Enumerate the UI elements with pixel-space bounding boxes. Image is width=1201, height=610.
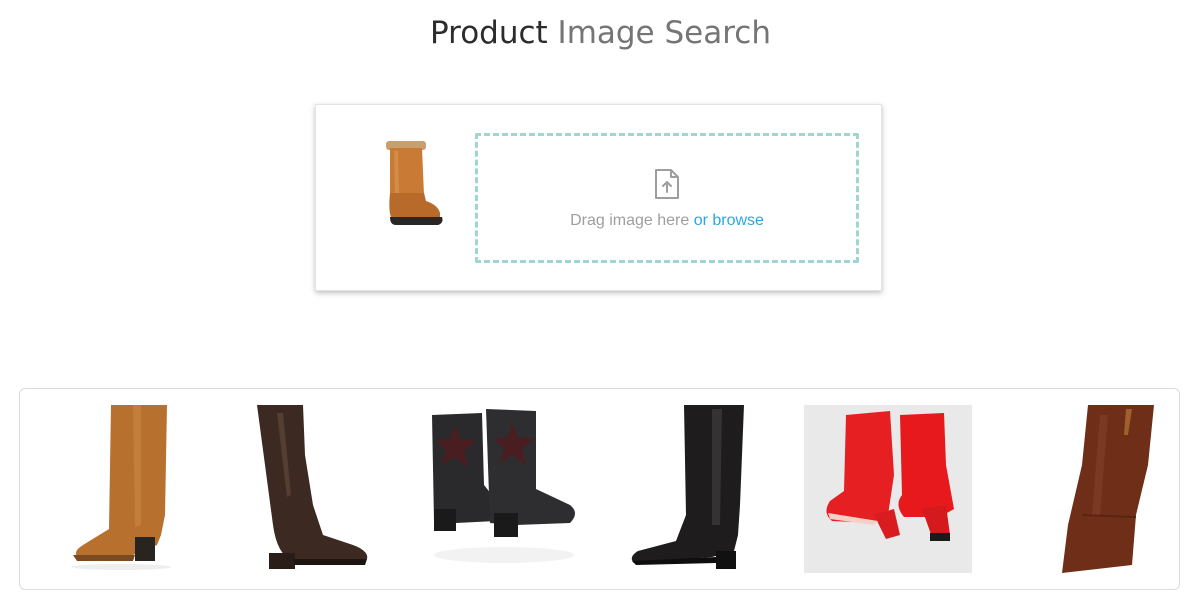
browse-link[interactable]: or browse (694, 212, 764, 229)
image-dropzone[interactable]: Drag image here or browse (475, 133, 859, 263)
result-black-star-chelsea-boots[interactable] (420, 405, 588, 573)
uploaded-image-preview (374, 133, 446, 233)
result-dark-brown-knee-boot[interactable] (233, 405, 401, 573)
drop-instructions: Drag image here or browse (570, 212, 764, 230)
title-product: Product (429, 15, 548, 51)
upload-card: Drag image here or browse (315, 104, 882, 291)
result-red-ankle-boots[interactable] (804, 405, 972, 573)
title-image-search: Image Search (557, 15, 771, 51)
search-results (19, 388, 1180, 590)
file-upload-icon (655, 169, 679, 199)
drag-text: Drag image here (570, 212, 690, 229)
result-brown-riding-boot[interactable] (996, 405, 1164, 573)
result-black-riding-boot[interactable] (612, 405, 780, 573)
result-tan-knee-boot[interactable] (37, 405, 205, 573)
page-title: Product Image Search (0, 14, 1201, 52)
